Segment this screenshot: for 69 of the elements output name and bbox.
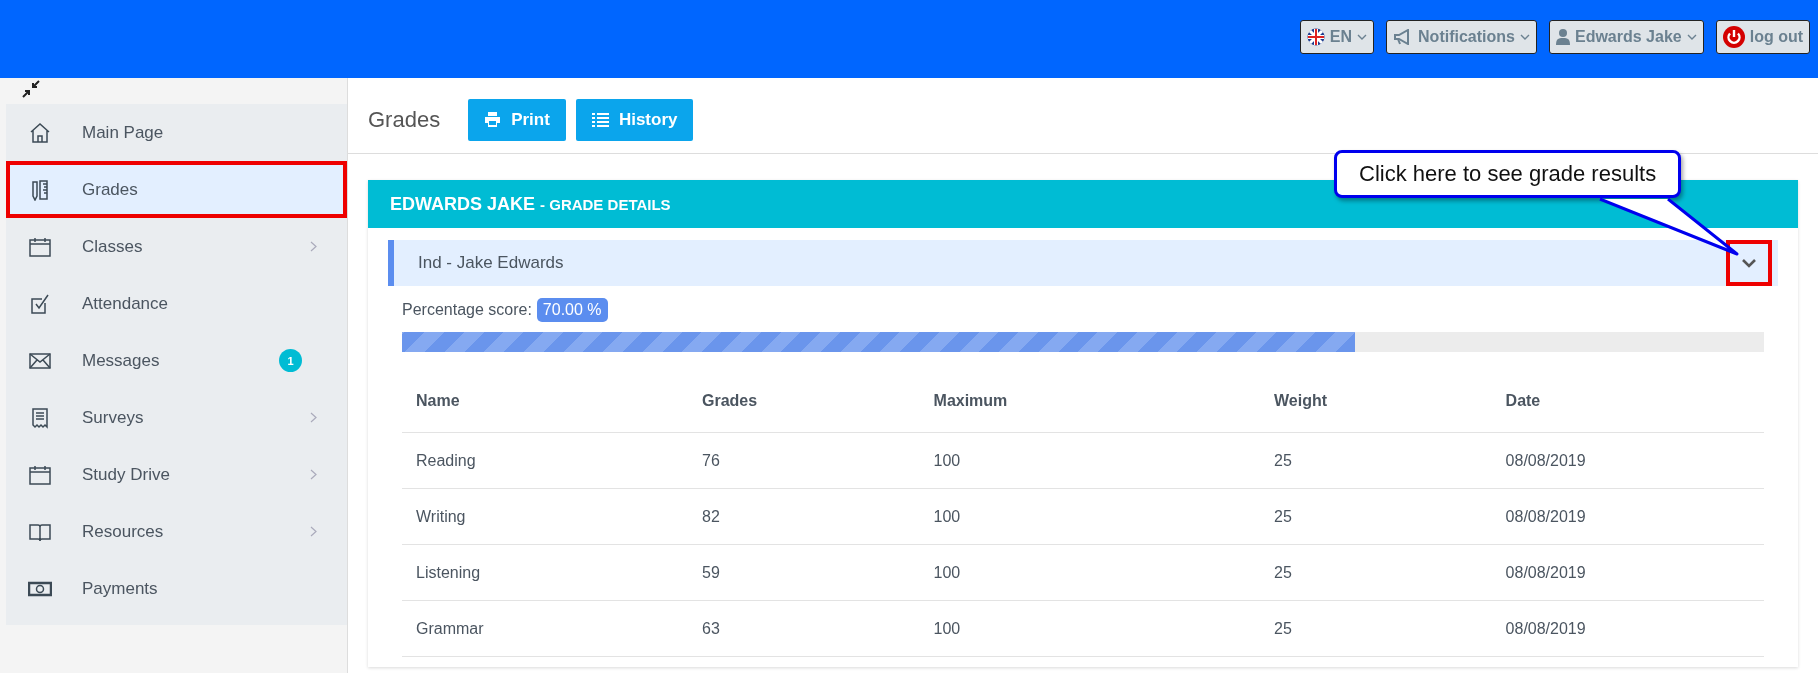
page-title: Grades [368, 106, 441, 133]
table-cell: 25 [1260, 600, 1492, 657]
percentage-label: Percentage score: [402, 301, 532, 319]
sidebar-item[interactable]: Payments [6, 560, 347, 617]
table-cell: 100 [919, 432, 1261, 489]
printer-icon [484, 112, 502, 127]
column-header: Name [402, 370, 688, 433]
sidebar-label: Main Page [82, 122, 165, 143]
sidebar-item[interactable]: Grades [6, 161, 347, 218]
chevron-icon [1741, 258, 1757, 268]
table-cell: 08/08/2019 [1491, 544, 1764, 601]
table-cell: 08/08/2019 [1491, 488, 1764, 545]
checkbox-icon [28, 292, 52, 315]
sidebar-label: Resources [82, 521, 165, 542]
table-cell: 59 [688, 544, 920, 601]
sidebar-label: Attendance [82, 293, 169, 314]
caret-icon [1519, 34, 1530, 40]
column-header: Date [1491, 370, 1764, 433]
caret-icon [1686, 34, 1697, 40]
table-cell: Listening [402, 544, 688, 601]
table-cell: 76 [688, 432, 920, 489]
sidebar-label: Payments [82, 578, 159, 599]
calendar-icon [28, 463, 52, 486]
table-cell: 08/08/2019 [1491, 432, 1764, 489]
percentage-badge: 70.00 % [536, 298, 608, 322]
card-title: EDWARDS JAKE - GRADE DETAILS [390, 193, 671, 215]
table-cell: 100 [919, 488, 1261, 545]
table-cell: 82 [688, 488, 920, 545]
sidebar-label: Study Drive [82, 464, 171, 485]
sidebar-label: Classes [82, 236, 144, 257]
table-cell: Reading [402, 432, 688, 489]
table-cell: Writing [402, 488, 688, 545]
sidebar-item[interactable]: Messages 1 [6, 332, 347, 389]
chevron-right-icon [310, 526, 317, 537]
collapse-icon[interactable] [22, 80, 40, 98]
table-cell: 63 [688, 600, 920, 657]
sidebar-label: Messages [82, 350, 161, 371]
group-title: Ind - Jake Edwards [418, 253, 565, 273]
sidebar-item[interactable]: Main Page [6, 104, 347, 161]
sidebar-item[interactable]: Classes [6, 218, 347, 275]
table-cell: 08/08/2019 [1491, 600, 1764, 657]
list-icon [591, 112, 609, 127]
sidebar-item[interactable]: Study Drive [6, 446, 347, 503]
column-header: Grades [688, 370, 920, 433]
unread-count-badge: 1 [279, 349, 302, 372]
flag-icon [1306, 28, 1325, 46]
column-header: Weight [1260, 370, 1492, 433]
table-cell: 100 [919, 544, 1261, 601]
sidebar-item[interactable]: Surveys [6, 389, 347, 446]
sidebar-label: Surveys [82, 407, 145, 428]
calendar-icon [28, 235, 52, 258]
table-cell: Grammar [402, 600, 688, 657]
table-cell: 25 [1260, 432, 1492, 489]
table-cell: 25 [1260, 488, 1492, 545]
caret-icon [1357, 34, 1368, 40]
table-cell: 25 [1260, 544, 1492, 601]
accordion-header[interactable]: Ind - Jake Edwards [388, 240, 1778, 286]
table-cell: 100 [919, 600, 1261, 657]
chevron-right-icon [310, 469, 317, 480]
chevron-right-icon [310, 412, 317, 423]
expand-toggle[interactable] [1726, 240, 1772, 286]
home-icon [28, 121, 52, 144]
sidebar-item[interactable]: Resources [6, 503, 347, 560]
sidebar-item[interactable]: Attendance [6, 275, 347, 332]
chevron-right-icon [310, 241, 317, 252]
power-icon [1722, 26, 1745, 48]
sidebar-label: Grades [82, 179, 139, 200]
user-icon [1555, 29, 1570, 45]
column-header: Maximum [919, 370, 1261, 433]
